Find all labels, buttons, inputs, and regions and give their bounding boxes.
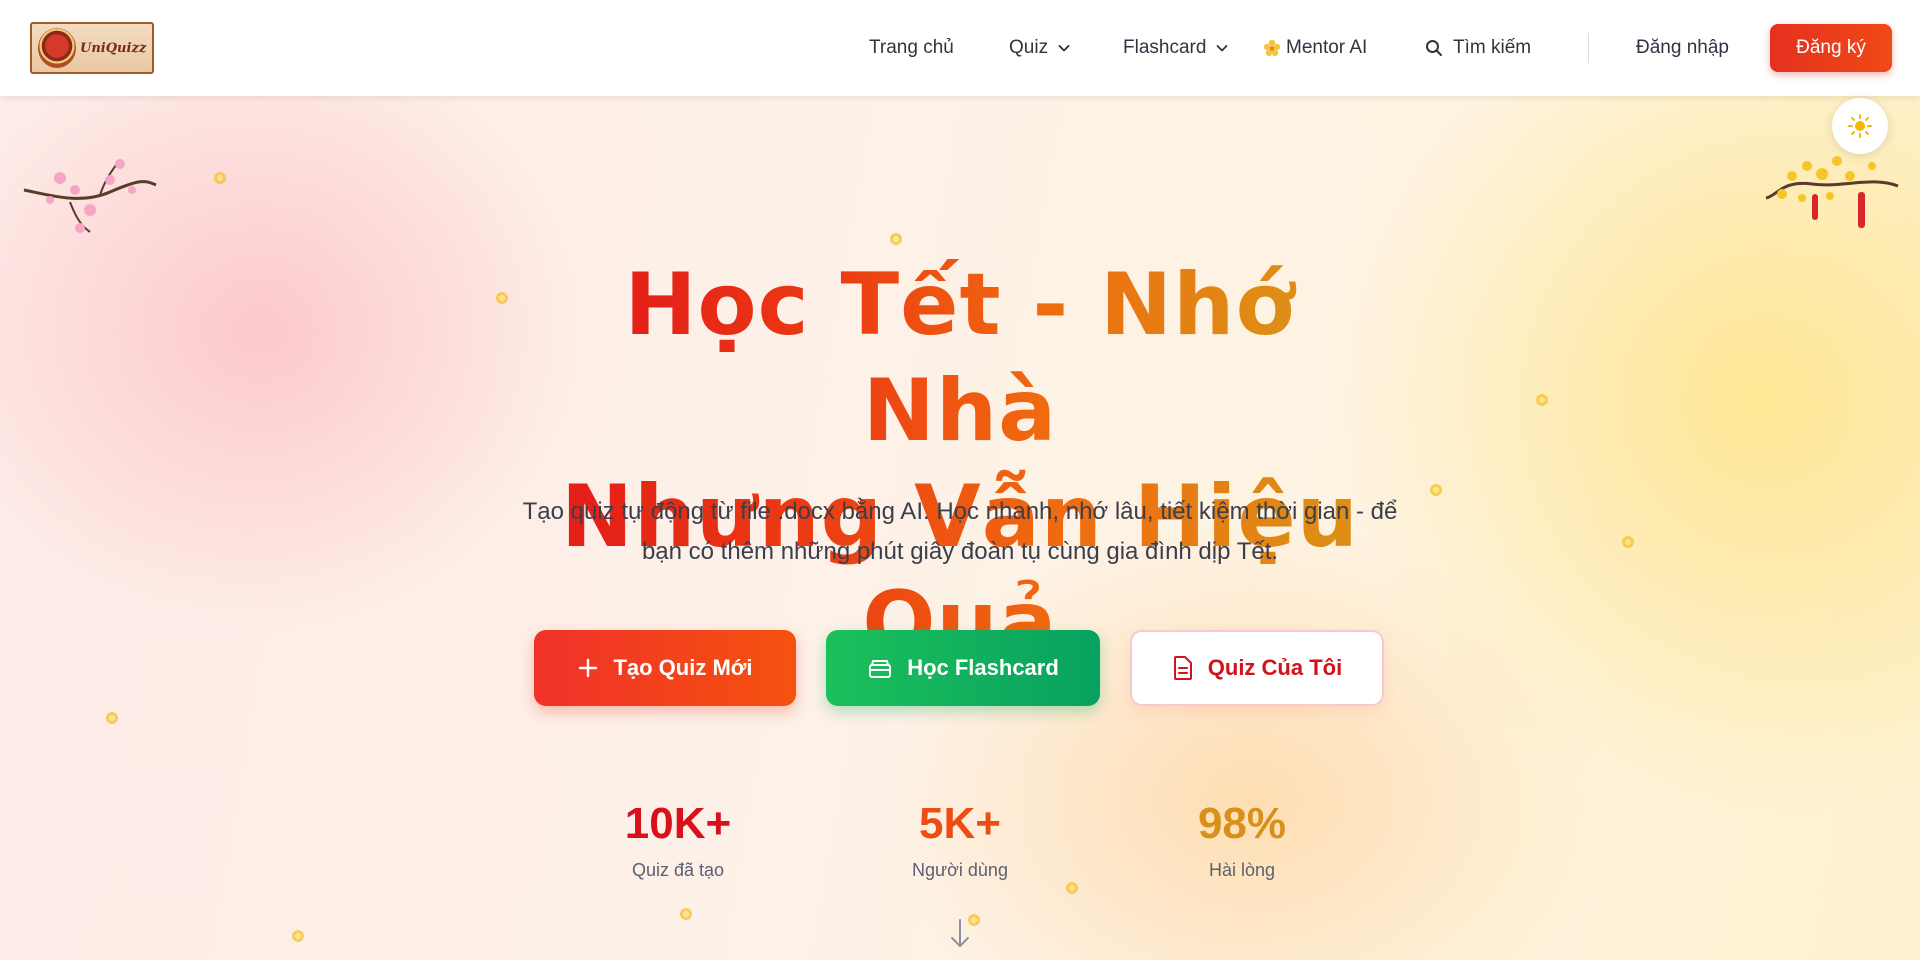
nav-search[interactable]: Tìm kiếm	[1425, 0, 1531, 96]
nav-quiz-label: Quiz	[1009, 37, 1049, 58]
petal-decoration	[292, 930, 304, 942]
petal-decoration	[680, 908, 692, 920]
search-icon	[1426, 40, 1442, 56]
nav-flashcard-dropdown[interactable]: Flashcard	[1123, 0, 1230, 96]
sparkle-flower-icon	[1263, 39, 1281, 57]
petal-decoration	[890, 233, 902, 245]
stat-label: Quiz đã tạo	[631, 860, 725, 880]
nav-home[interactable]: Trang chủ	[869, 0, 954, 96]
stat-value: 10K+	[624, 799, 732, 848]
stat-value: 98%	[1197, 799, 1287, 848]
apricot-blossom-branch-icon	[1765, 156, 1899, 228]
logo-text: UniQuizz	[80, 40, 147, 56]
hero-title: Học Tết - Nhớ Nhà Nhưng Vẫn Hiệu Quả	[0, 252, 1920, 676]
chevron-down-icon	[1217, 45, 1228, 52]
stat-value: 5K+	[919, 799, 1001, 848]
cards-stack-icon	[869, 660, 892, 678]
nav-divider	[1588, 33, 1589, 63]
login-link[interactable]: Đăng nhập	[1636, 0, 1729, 96]
nav-search-label: Tìm kiếm	[1453, 37, 1532, 58]
hero-subtitle: Tạo quiz tự động từ file .docx bằng AI. …	[460, 492, 1460, 572]
petal-decoration	[214, 172, 226, 184]
hero-subtitle-line1: Tạo quiz tự động từ file .docx bằng AI. …	[522, 498, 1398, 525]
nav-quiz-dropdown[interactable]: Quiz	[1009, 0, 1072, 96]
top-navbar: UniQuizz Trang chủ Quiz Flashcard Mentor…	[0, 0, 1920, 96]
study-flashcard-label: Học Flashcard	[907, 655, 1059, 680]
hero-subtitle-line2: bạn có thêm những phút giây đoàn tụ cùng…	[641, 538, 1279, 565]
study-flashcard-button[interactable]: Học Flashcard	[826, 630, 1100, 706]
stat-label: Hài lòng	[1208, 860, 1276, 880]
signup-button[interactable]: Đăng ký	[1770, 24, 1892, 72]
petal-decoration	[106, 712, 118, 724]
my-quiz-button[interactable]: Quiz Của Tôi	[1130, 630, 1384, 706]
nav-home-label: Trang chủ	[869, 37, 954, 58]
plus-icon	[579, 658, 598, 678]
document-icon	[1173, 656, 1192, 680]
peach-blossom-branch-icon	[23, 159, 157, 233]
hero-title-line1: Học Tết - Nhớ Nhà	[550, 252, 1370, 464]
nav-mentor-ai[interactable]: Mentor AI	[1262, 0, 1367, 96]
stat-label: Người dùng	[912, 860, 1008, 880]
stat-quizzes-created: 10K+ Quiz đã tạo	[578, 798, 778, 881]
chevron-down-icon	[1058, 45, 1070, 52]
my-quiz-label: Quiz Của Tôi	[1207, 655, 1343, 680]
uniquizz-logo[interactable]: UniQuizz	[30, 22, 154, 74]
nav-flashcard-label: Flashcard	[1123, 37, 1207, 58]
logo-emblem-icon	[38, 28, 76, 68]
create-quiz-label: Tạo Quiz Mới	[613, 655, 753, 680]
arrow-down-icon[interactable]	[948, 918, 972, 950]
petal-decoration	[1066, 882, 1078, 894]
nav-mentor-label: Mentor AI	[1286, 37, 1368, 58]
stat-users: 5K+ Người dùng	[860, 798, 1060, 881]
create-quiz-button[interactable]: Tạo Quiz Mới	[534, 630, 796, 706]
signup-label: Đăng ký	[1796, 37, 1866, 58]
stat-satisfaction: 98% Hài lòng	[1142, 798, 1342, 881]
login-label: Đăng nhập	[1636, 37, 1729, 58]
